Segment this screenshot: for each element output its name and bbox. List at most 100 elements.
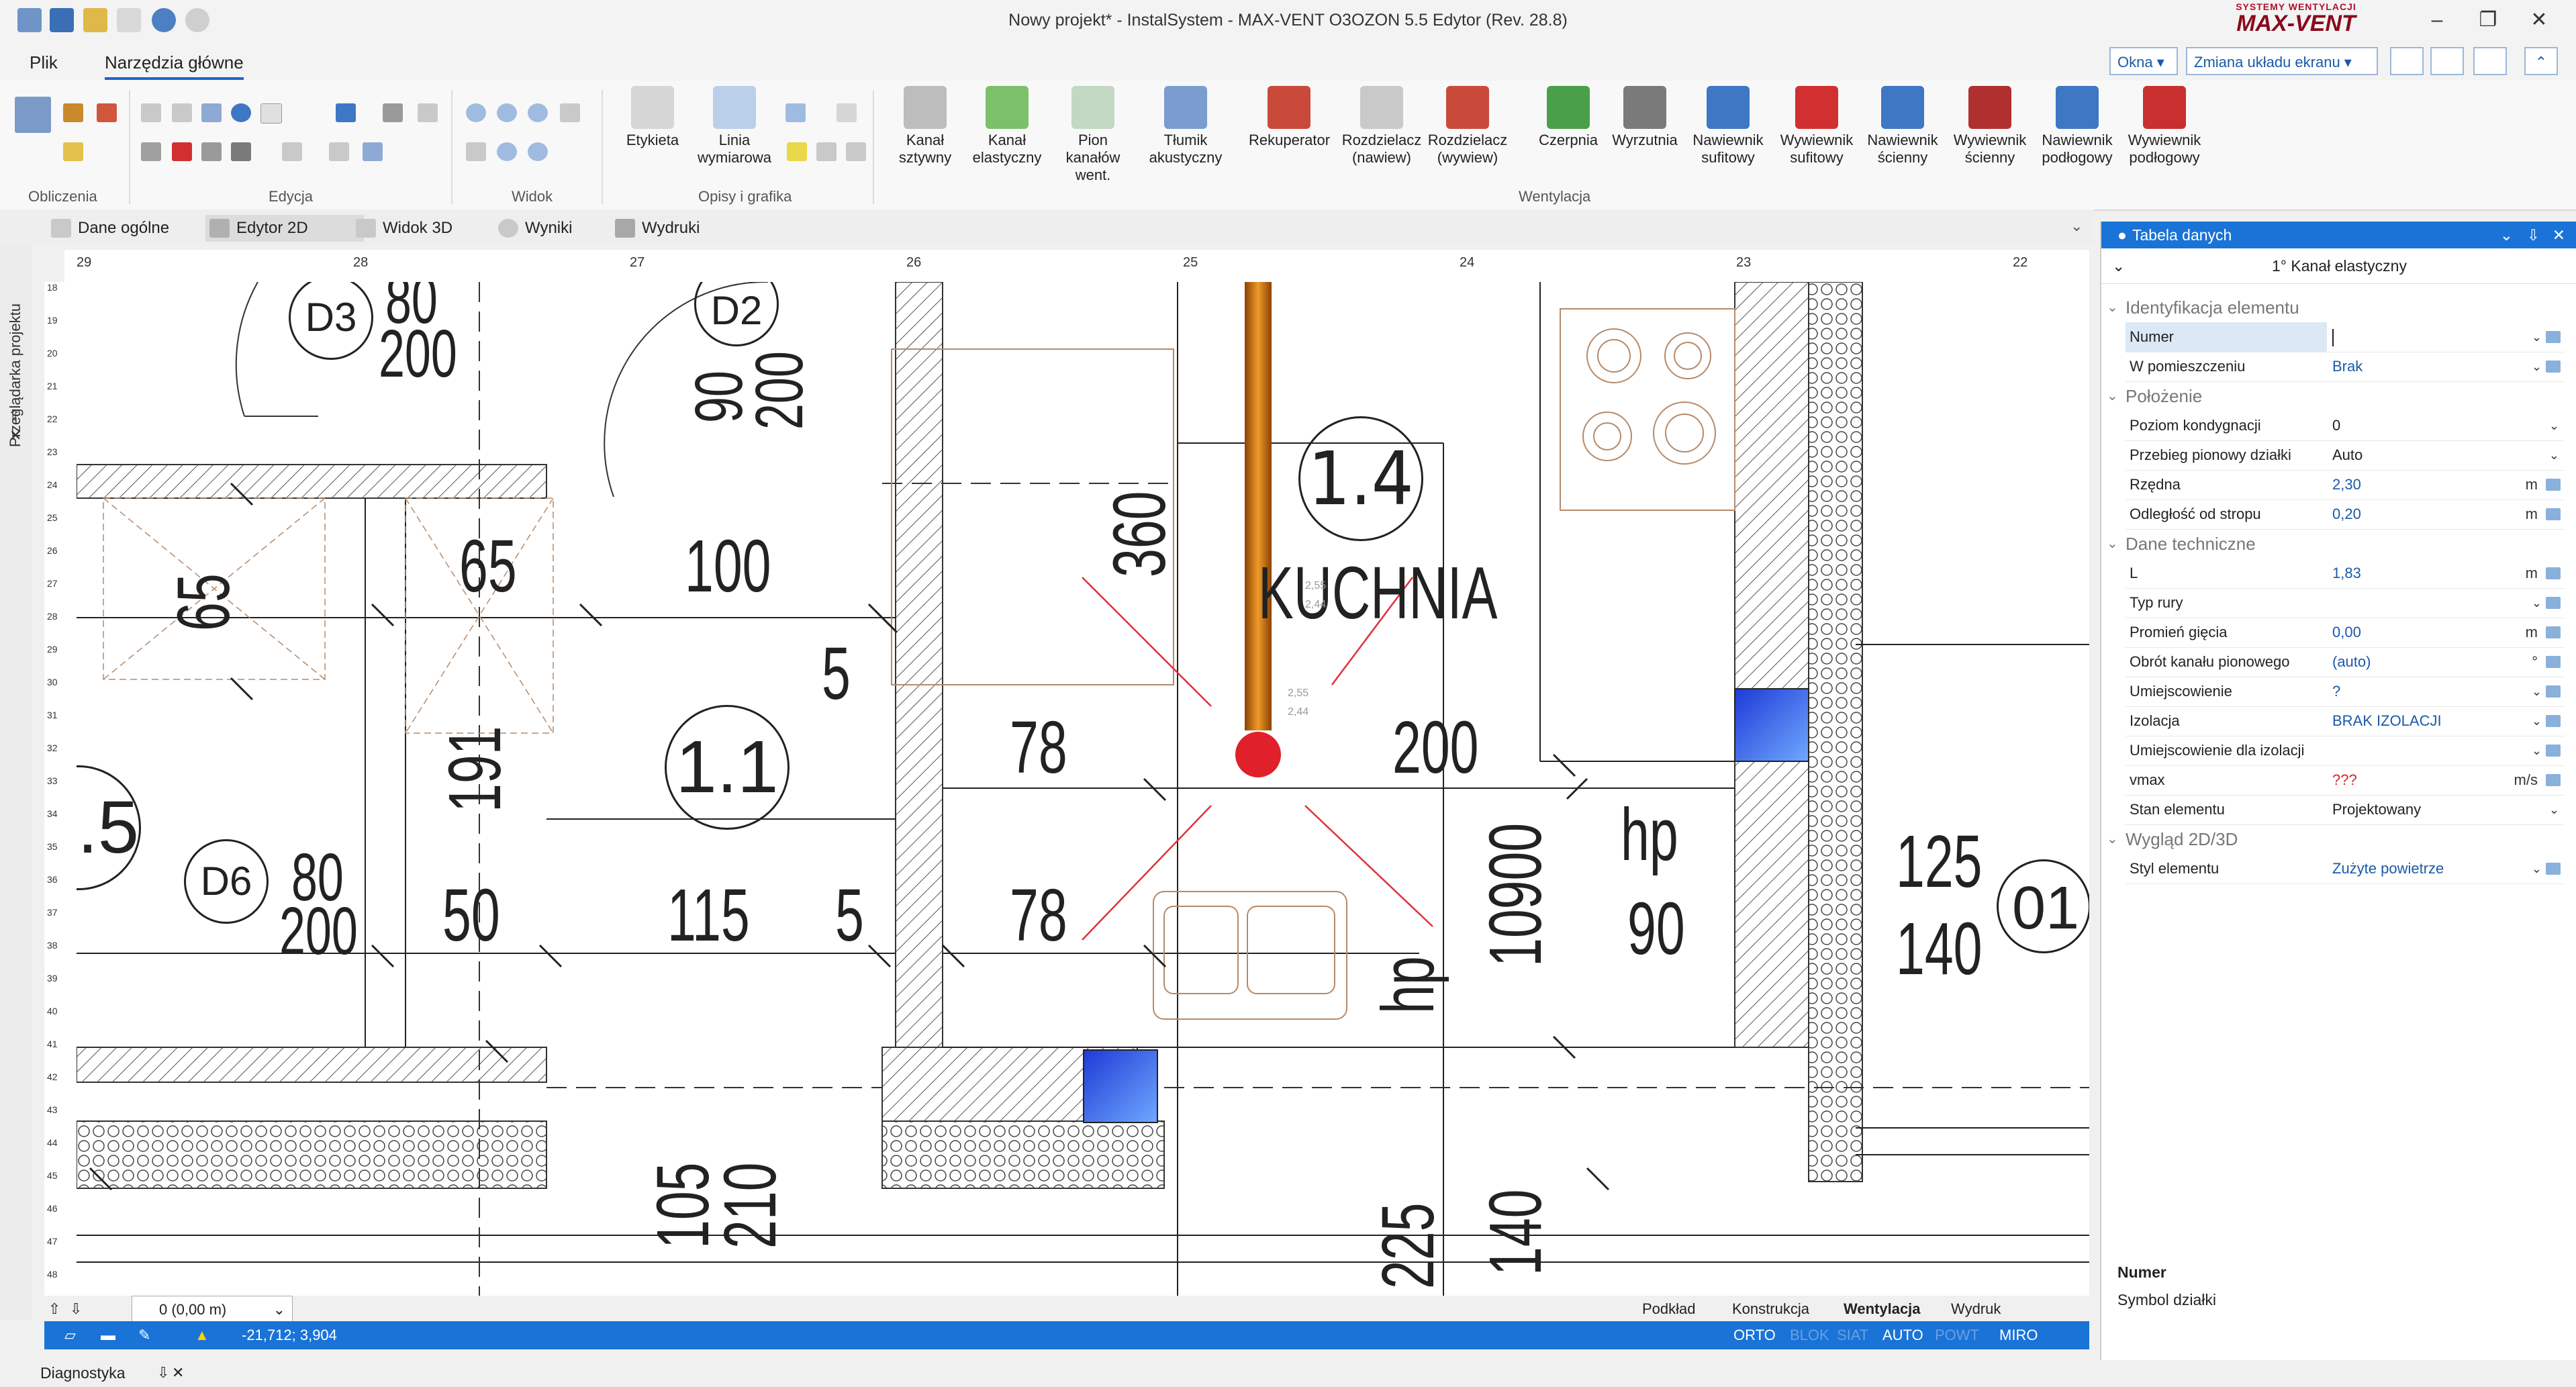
door-tag[interactable]: D6 (184, 839, 269, 924)
property-value[interactable]: Zużyte powietrze ⌄ (2328, 854, 2565, 883)
status-tool-icon[interactable]: ▱ (64, 1327, 76, 1344)
vent-shaft[interactable] (1083, 1049, 1158, 1123)
print-icon[interactable] (2430, 47, 2464, 75)
zoom-all-icon[interactable] (497, 142, 517, 161)
vent-button-2[interactable]: Pion kanałów went. (1053, 86, 1133, 187)
dimension-label[interactable]: 78 (1010, 873, 1067, 958)
vent-button-0[interactable]: Kanał sztywny (885, 86, 965, 187)
dimension-label[interactable]: 10900 (1473, 823, 1558, 967)
property-value[interactable]: (auto) ° (2328, 647, 2565, 677)
duct-outlet-point[interactable] (1235, 732, 1281, 777)
panel-close-icon[interactable]: ✕ (2553, 222, 2565, 248)
room-number[interactable]: 1.1 (665, 705, 790, 830)
duplicate-icon[interactable] (201, 103, 222, 122)
image-icon[interactable] (846, 142, 866, 161)
chevron-down-icon[interactable]: ⌄ (2532, 736, 2542, 765)
select-icon[interactable] (260, 103, 282, 124)
edit-value-icon[interactable] (2546, 745, 2561, 757)
edit-value-icon[interactable] (2546, 626, 2561, 638)
property-row[interactable]: vmax??? m/s (2126, 765, 2565, 796)
okna-dropdown[interactable]: Okna ▾ (2109, 47, 2178, 75)
chevron-down-icon[interactable]: ⌄ (2532, 854, 2542, 883)
zoom-in-icon[interactable] (466, 103, 486, 122)
property-row[interactable]: Stan elementu Projektowany ⌄ (2126, 795, 2565, 825)
pan-icon[interactable] (466, 142, 486, 161)
dimension-label[interactable]: 200 (379, 316, 457, 393)
move-up-icon[interactable] (336, 103, 356, 122)
dimension-label[interactable]: 65 (161, 573, 246, 631)
status-flag-auto[interactable]: AUTO (1882, 1327, 1923, 1344)
chevron-down-icon[interactable]: ⌄ (2549, 411, 2559, 440)
vent-button-6[interactable]: Rozdzielacz (wywiew) (1427, 86, 1508, 187)
etykieta-button[interactable]: Etykieta (612, 86, 693, 187)
drawing-canvas[interactable]: 1.4 1.1 .5 01 KUCHNIA D3 D2 D6 80 200 65… (77, 282, 2089, 1296)
layer-wydruk[interactable]: Wydruk (1935, 1296, 2038, 1323)
dimension-label[interactable]: 50 (442, 873, 500, 958)
dimension-label[interactable]: 200 (1392, 705, 1478, 790)
chevron-down-icon[interactable]: ⌄ (2549, 440, 2559, 470)
vent-shaft[interactable] (1734, 688, 1809, 762)
property-value[interactable]: Auto ⌄ (2328, 440, 2565, 470)
status-flag-siat[interactable]: SIAT (1837, 1327, 1868, 1344)
property-value[interactable]: ? ⌄ (2328, 677, 2565, 706)
dimension-label[interactable]: hp (1366, 956, 1451, 1014)
room-number[interactable]: 1.4 (1298, 416, 1423, 541)
mirror-icon[interactable] (418, 103, 438, 122)
dimension-label[interactable]: 140 (1896, 906, 1982, 992)
pin-icon[interactable]: ⇩ (157, 1364, 169, 1382)
close-window-button[interactable]: ✕ (2519, 7, 2559, 34)
dimension-label[interactable]: 225 (1366, 1203, 1451, 1289)
property-row[interactable]: Poziom kondygnacji 0 ⌄ (2126, 411, 2565, 441)
edit-value-icon[interactable] (2546, 656, 2561, 668)
edit-value-icon[interactable] (2546, 863, 2561, 875)
chevron-down-icon[interactable]: ⌄ (2532, 706, 2542, 736)
dimension-label[interactable]: 78 (1010, 705, 1067, 790)
layer-konstrukcja[interactable]: Konstrukcja (1716, 1296, 1844, 1323)
text-abc-icon[interactable] (785, 103, 806, 122)
vent-button-9[interactable]: Nawiewnik sufitowy (1688, 86, 1768, 187)
layer-podklad[interactable]: Podkład (1629, 1296, 1729, 1323)
dimension-label[interactable]: 100 (685, 524, 771, 609)
calculator-icon[interactable] (15, 97, 51, 133)
element-selector[interactable]: ⌄ 1° Kanał elastyczny (2101, 248, 2576, 284)
property-value[interactable]: ??? m/s (2328, 765, 2565, 795)
vent-button-12[interactable]: Wywiewnik ścienny (1950, 86, 2030, 187)
layer-wentylacja[interactable]: Wentylacja (1827, 1296, 1951, 1323)
property-value[interactable]: 1,83 m (2328, 559, 2565, 588)
vent-button-1[interactable]: Kanał elastyczny (967, 86, 1047, 187)
tab-narzedzia-glowne[interactable]: Narzędzia główne (105, 52, 244, 80)
text-format-icon[interactable] (363, 142, 383, 161)
chevron-down-icon[interactable]: ⌄ (2532, 677, 2542, 706)
array-icon[interactable] (282, 142, 302, 161)
status-ruler-icon[interactable]: ▬ (101, 1327, 115, 1344)
vent-button-8[interactable]: Wyrzutnia (1605, 86, 1685, 187)
property-row[interactable]: L 1,83 m (2126, 559, 2565, 589)
pin-icon[interactable]: ⇧ (8, 407, 20, 424)
level-up-icon[interactable]: ⇧ (48, 1296, 64, 1323)
offset-icon[interactable] (329, 142, 349, 161)
edit-value-icon[interactable] (2546, 597, 2561, 609)
section-header[interactable]: ⌄ Wygląd 2D/3D (2101, 824, 2565, 854)
edit-value-icon[interactable] (2546, 774, 2561, 786)
edit-value-icon[interactable] (2546, 508, 2561, 520)
property-value[interactable]: Brak ⌄ (2328, 352, 2565, 381)
property-value[interactable]: 0,00 m (2328, 618, 2565, 647)
edit-value-icon[interactable] (2546, 685, 2561, 698)
property-value[interactable]: ⌄ (2328, 736, 2565, 765)
flexible-duct[interactable] (1245, 282, 1272, 730)
dimension-label[interactable]: 210 (708, 1163, 793, 1249)
note-icon[interactable] (787, 142, 807, 161)
vent-button-14[interactable]: Wywiewnik podłogowy (2124, 86, 2205, 187)
zoom-previous-icon[interactable] (528, 142, 548, 161)
status-flag-blok[interactable]: BLOK (1790, 1327, 1829, 1344)
level-down-icon[interactable]: ⇩ (70, 1296, 86, 1323)
tab-plik[interactable]: Plik (30, 52, 58, 73)
dimension-label[interactable]: 360 (1097, 491, 1182, 577)
properties-icon[interactable] (201, 142, 222, 161)
project-browser-tab[interactable]: Przeglądarka projektu (7, 303, 24, 447)
paste-icon[interactable] (172, 103, 192, 122)
tab-edytor-2d[interactable]: Edytor 2D (205, 215, 364, 242)
property-row[interactable]: W pomieszczeniu Brak ⌄ (2126, 352, 2565, 382)
section-header[interactable]: ⌄ Dane techniczne (2101, 529, 2565, 559)
chevron-down-icon[interactable]: ⌄ (2532, 588, 2542, 618)
